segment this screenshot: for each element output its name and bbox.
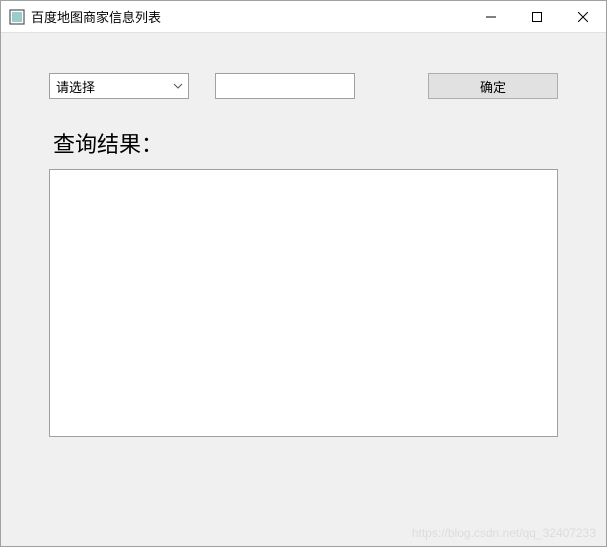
search-input[interactable]	[215, 73, 355, 99]
minimize-button[interactable]	[468, 1, 514, 32]
results-box	[49, 169, 558, 437]
category-select[interactable]: 请选择	[49, 73, 189, 99]
titlebar: 百度地图商家信息列表	[1, 1, 606, 33]
watermark: https://blog.csdn.net/qq_32407233	[412, 526, 596, 540]
confirm-button[interactable]: 确定	[428, 73, 558, 99]
app-window: 百度地图商家信息列表 请选择	[0, 0, 607, 547]
window-title: 百度地图商家信息列表	[31, 7, 468, 26]
maximize-button[interactable]	[514, 1, 560, 32]
controls-row: 请选择 确定	[49, 73, 558, 99]
select-value: 请选择	[56, 77, 168, 96]
results-label: 查询结果：	[53, 127, 558, 159]
minimize-icon	[486, 12, 496, 22]
app-icon	[9, 9, 25, 25]
close-button[interactable]	[560, 1, 606, 32]
maximize-icon	[532, 12, 542, 22]
close-icon	[578, 12, 588, 22]
content-area: 请选择 确定 查询结果： https://blog.csdn.net/qq_32…	[1, 33, 606, 546]
window-buttons	[468, 1, 606, 32]
chevron-down-icon	[168, 83, 188, 89]
